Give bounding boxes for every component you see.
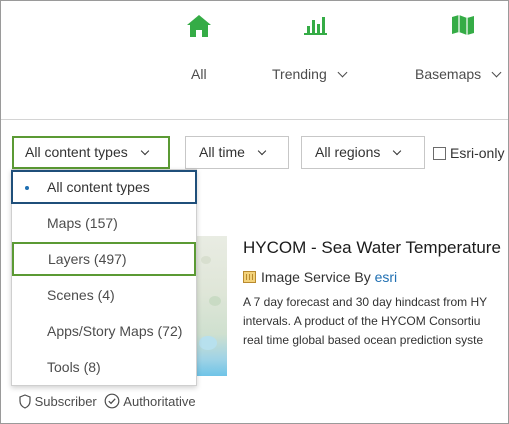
time-filter[interactable]: All time (185, 136, 289, 169)
dropdown-item-label: Scenes (4) (47, 287, 115, 303)
result-type: Image Service By esri (243, 269, 397, 285)
result-description: A 7 day forecast and 30 day hindcast fro… (243, 293, 508, 350)
chevron-down-icon (337, 67, 348, 78)
shield-icon (19, 394, 31, 409)
esri-only-label: Esri-only (450, 145, 505, 161)
checkbox-icon[interactable] (433, 147, 446, 160)
dropdown-item-maps[interactable]: Maps (157) (12, 206, 198, 240)
description-line: real time global based ocean prediction … (243, 333, 484, 347)
chevron-down-icon (491, 67, 502, 78)
result-thumbnail[interactable] (197, 236, 227, 376)
nav-trending-label: Trending (272, 66, 327, 82)
content-types-filter[interactable]: All content types (12, 136, 170, 169)
dropdown-item-label: Maps (157) (47, 215, 118, 231)
dropdown-item-label: Layers (497) (48, 251, 127, 267)
divider (1, 119, 508, 120)
subscriber-badge: Subscriber (34, 394, 97, 409)
browse-panel: All Trending Basemaps All content types … (0, 0, 509, 424)
authoritative-badge: Authoritative (123, 394, 196, 409)
dropdown-item-all-content-types[interactable]: All content types (11, 170, 197, 204)
description-line: A 7 day forecast and 30 day hindcast fro… (243, 295, 488, 309)
selected-dot-icon (25, 186, 29, 190)
dropdown-item-label: Apps/Story Maps (72) (47, 323, 183, 339)
dropdown-item-apps-story-maps[interactable]: Apps/Story Maps (72) (12, 314, 198, 348)
regions-filter-label: All regions (315, 144, 381, 160)
nav-basemaps-label: Basemaps (415, 66, 482, 82)
chevron-down-icon (257, 146, 267, 156)
content-types-filter-label: All content types (25, 144, 128, 160)
dropdown-item-tools[interactable]: Tools (8) (12, 350, 198, 384)
nav-trending[interactable]: Trending (272, 66, 348, 82)
result-badges: Subscriber Authoritative (19, 393, 196, 409)
nav-all-label: All (191, 66, 207, 82)
chevron-down-icon (393, 146, 402, 156)
description-line: intervals. A product of the HYCOM Consor… (243, 314, 481, 328)
dropdown-item-scenes[interactable]: Scenes (4) (12, 278, 198, 312)
basemaps-map-icon[interactable] (451, 14, 475, 41)
nav-basemaps[interactable]: Basemaps (415, 66, 502, 82)
dropdown-item-label: All content types (47, 179, 150, 195)
esri-only-checkbox[interactable]: Esri-only (433, 145, 504, 161)
owner-link[interactable]: esri (375, 269, 398, 285)
result-type-label: Image Service By (261, 269, 371, 285)
home-icon[interactable] (186, 14, 212, 43)
result-title[interactable]: HYCOM - Sea Water Temperature (243, 238, 501, 258)
nav-all[interactable]: All (191, 66, 207, 82)
dropdown-item-label: Tools (8) (47, 359, 101, 375)
time-filter-label: All time (199, 144, 245, 160)
content-types-dropdown: All content types Maps (157) Layers (497… (11, 169, 197, 386)
trending-icon[interactable] (303, 14, 327, 41)
regions-filter[interactable]: All regions (301, 136, 425, 169)
image-service-icon (243, 271, 256, 283)
chevron-down-icon (140, 146, 149, 156)
check-circle-icon (104, 393, 120, 409)
dropdown-item-layers[interactable]: Layers (497) (12, 242, 196, 276)
